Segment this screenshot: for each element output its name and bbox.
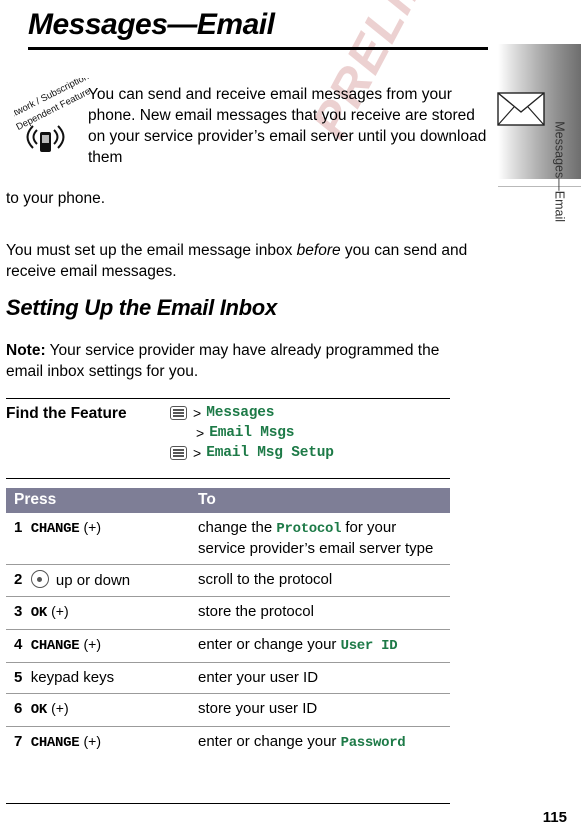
step-description: change the Protocol for your service pro…: [190, 513, 450, 565]
step-action: CHANGE (+): [28, 513, 190, 565]
step-action: OK (+): [28, 596, 190, 630]
step-description-text: enter your user ID: [198, 669, 319, 686]
softkey-label[interactable]: OK: [31, 702, 48, 718]
table-row: 5 keypad keys enter your user ID: [6, 662, 450, 694]
find-feature-path: > Messages > Email Msgs > Email Msg Setup: [170, 403, 334, 463]
side-tab-divider: [498, 186, 581, 187]
softkey-plus-icon: (+): [51, 603, 69, 619]
page-number: 115: [542, 809, 567, 826]
step-action: CHANGE (+): [28, 629, 190, 663]
intro-paragraph: You can send and receive email messages …: [88, 86, 487, 166]
step-description: store your user ID: [190, 693, 450, 727]
step-description-text: enter or change your: [198, 636, 341, 653]
setup-paragraph-emphasis: before: [296, 242, 341, 259]
step-description-text: change the: [198, 519, 277, 536]
table-row: 7 CHANGE (+) enter or change your Password: [6, 727, 450, 760]
softkey-plus-icon: (+): [83, 636, 102, 652]
softkey-label[interactable]: CHANGE: [31, 638, 80, 654]
step-description: scroll to the protocol: [190, 564, 450, 597]
step-action: keypad keys: [28, 662, 190, 694]
step-action-text: up or down: [51, 572, 131, 589]
envelope-icon: [497, 92, 545, 126]
path-item-email-msgs: Email Msgs: [209, 425, 295, 441]
path-separator: >: [193, 445, 202, 461]
nav-key-icon[interactable]: [30, 570, 49, 588]
step-description-text: enter or change your: [198, 733, 341, 750]
softkey-plus-icon: (+): [83, 733, 102, 749]
find-feature-label: Find the Feature: [6, 405, 127, 422]
note-text: Your service provider may have already p…: [6, 342, 440, 380]
step-action: up or down: [28, 564, 190, 597]
note-label: Note:: [6, 342, 46, 359]
step-action: OK (+): [28, 693, 190, 727]
step-description: enter or change your Password: [190, 727, 450, 760]
table-body: 1 CHANGE (+) change the Protocol for your …: [6, 513, 450, 759]
table-row: 4 CHANGE (+) enter or change your User ID: [6, 629, 450, 663]
path-item-email-msg-setup: Email Msg Setup: [206, 445, 334, 461]
setting-name: Password: [340, 735, 406, 751]
page-title: Messages—Email: [28, 8, 275, 41]
find-feature-line-1: > Messages: [170, 403, 334, 423]
step-description-text: scroll to the protocol: [198, 571, 333, 588]
table-row: 3 OK (+) store the protocol: [6, 596, 450, 630]
menu-key-icon: [170, 446, 187, 460]
step-action: CHANGE (+): [29, 727, 190, 760]
table-row: 2 up or down scroll to the protocol: [6, 564, 450, 597]
setting-name: User ID: [340, 638, 398, 654]
softkey-label[interactable]: CHANGE: [31, 521, 80, 537]
section-heading: Setting Up the Email Inbox: [6, 295, 277, 320]
step-action-text: keypad keys: [30, 669, 115, 686]
note-paragraph: Note: Your service provider may have alr…: [6, 340, 446, 382]
path-item-messages: Messages: [206, 405, 275, 421]
step-number: 5: [6, 662, 29, 694]
menu-key-icon: [170, 406, 187, 420]
find-feature-line-3: > Email Msg Setup: [170, 443, 334, 463]
step-description-text: store your user ID: [198, 700, 318, 717]
step-description: enter or change your User ID: [190, 629, 450, 663]
network-subscription-badge: Network / Subscription Dependent Feature: [14, 78, 92, 174]
step-number: 7: [14, 733, 23, 750]
step-description: store the protocol: [190, 596, 450, 630]
table-row: 1 CHANGE (+) change the Protocol for your …: [6, 513, 450, 565]
softkey-plus-icon: (+): [51, 700, 69, 716]
path-separator: >: [193, 405, 202, 421]
step-number: 6: [6, 693, 29, 727]
softkey-label[interactable]: CHANGE: [31, 735, 80, 751]
step-number: 3: [6, 596, 29, 630]
path-separator: >: [196, 425, 205, 441]
step-number: 1: [6, 513, 29, 565]
table-header-row: Press To: [6, 488, 450, 513]
softkey-plus-icon: (+): [83, 519, 102, 535]
side-tab-label: Messages—Email: [553, 121, 567, 222]
title-divider: [28, 47, 488, 50]
step-number: 4: [6, 629, 29, 663]
softkey-label[interactable]: OK: [31, 605, 48, 621]
find-feature-bottom-rule: [6, 478, 450, 479]
find-feature-line-2: > Email Msgs: [170, 423, 334, 443]
footer-rule: [6, 803, 450, 804]
setup-paragraph: You must set up the email message inbox …: [6, 240, 496, 282]
table-header-to: To: [190, 488, 450, 513]
intro-paragraph-continued: to your phone.: [6, 190, 106, 207]
steps-table: Press To 1 CHANGE (+) change the Protocol …: [6, 488, 450, 759]
table-row: 6 OK (+) store your user ID: [6, 693, 450, 727]
setting-name: Protocol: [276, 521, 342, 537]
find-feature-top-rule: [6, 398, 450, 399]
step-description-text: store the protocol: [198, 603, 314, 620]
step-description: enter your user ID: [190, 662, 450, 694]
setup-paragraph-part1: You must set up the email message inbox: [6, 242, 297, 259]
table-header-press: Press: [6, 488, 190, 513]
step-number: 2: [6, 564, 29, 597]
